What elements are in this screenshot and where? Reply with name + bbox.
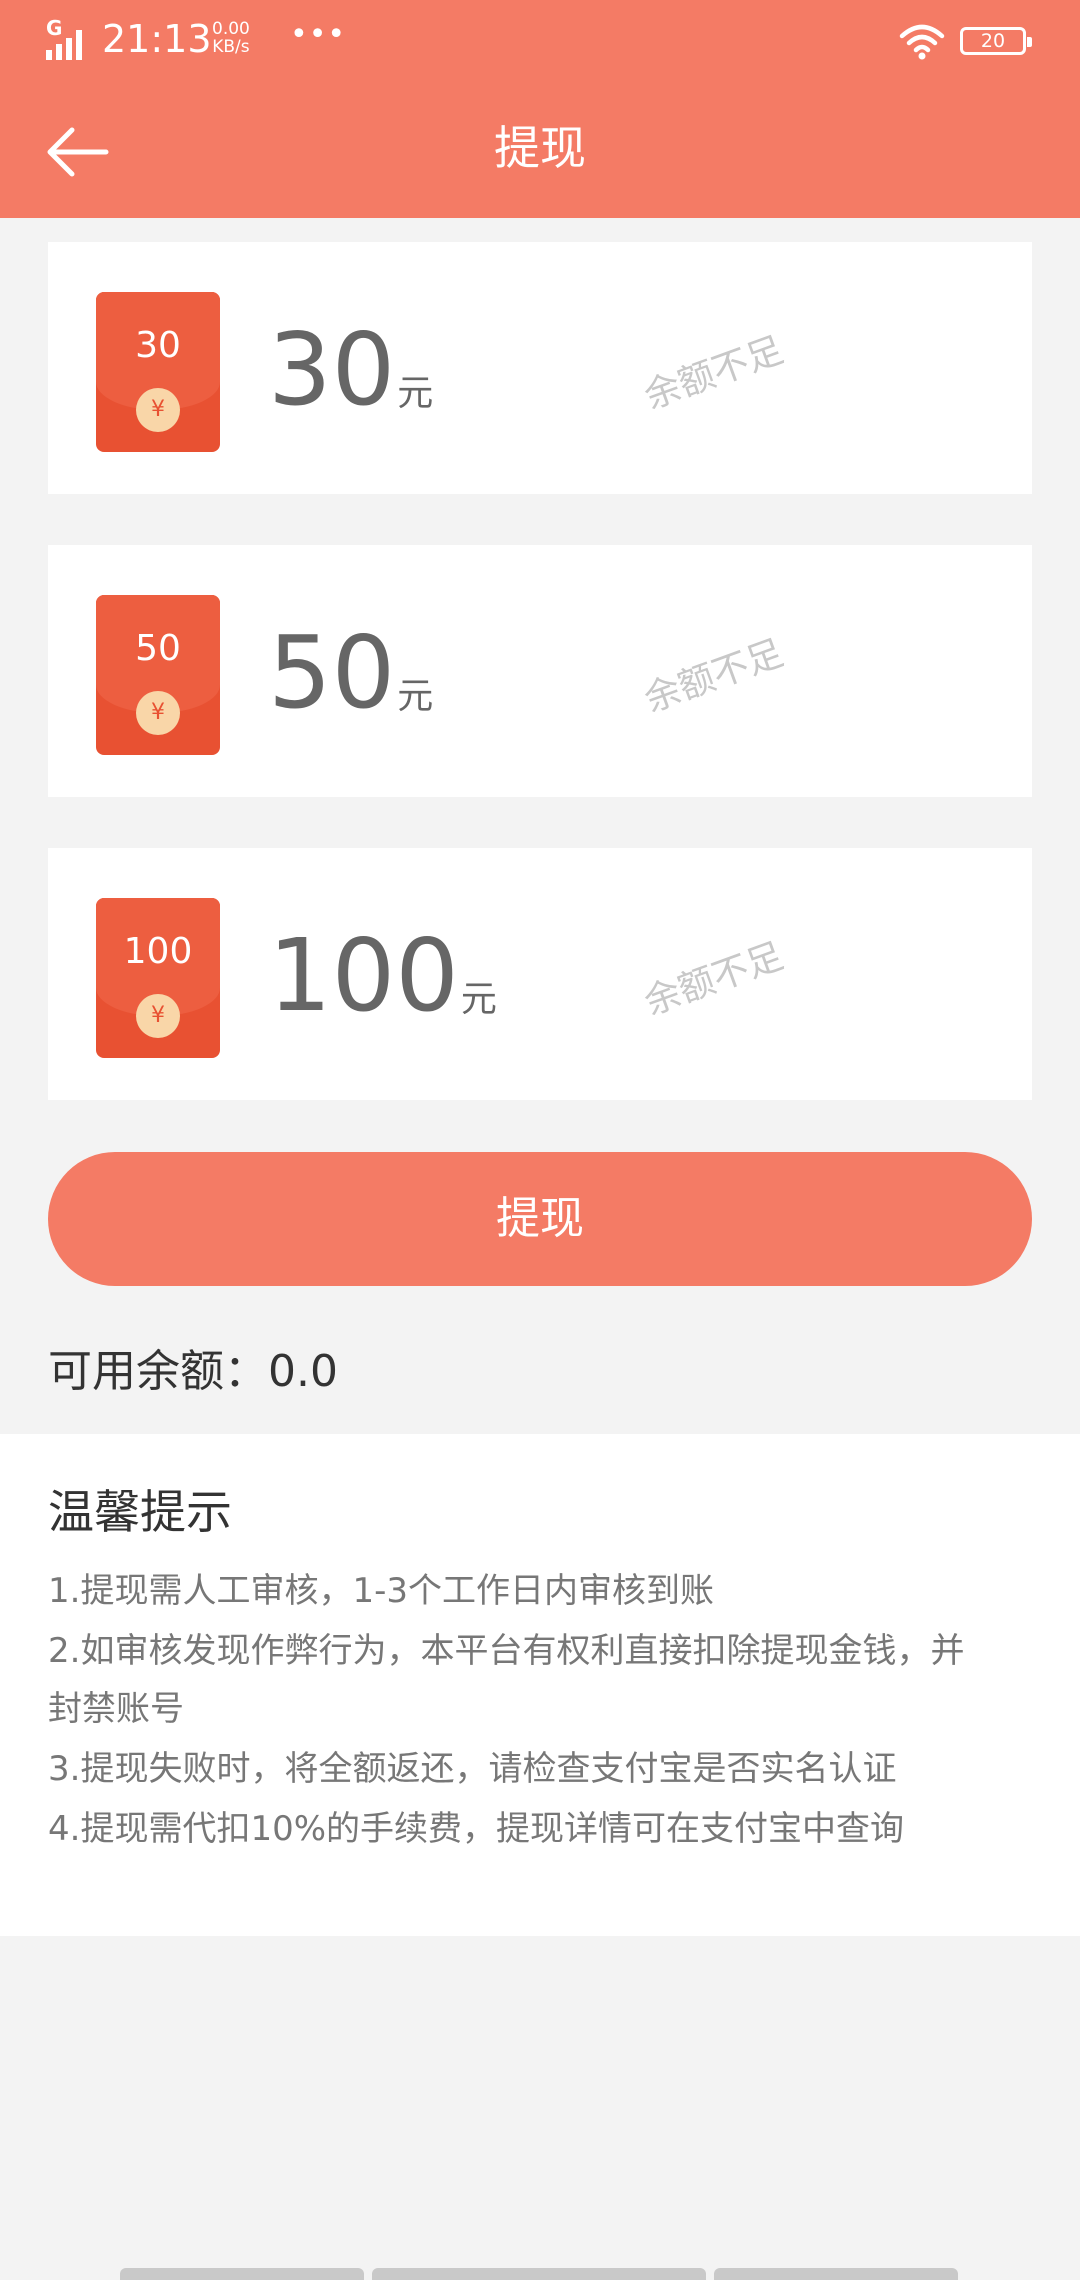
speed-unit: KB/s: [212, 37, 250, 57]
insufficient-balance-label: 余额不足: [639, 329, 789, 418]
tips-heading: 温馨提示: [48, 1485, 232, 1539]
amount-value: 50: [268, 614, 396, 731]
header: 提现: [0, 80, 1080, 218]
insufficient-balance-label: 余额不足: [639, 632, 789, 721]
withdraw-option-100[interactable]: 100 ¥ 100元 余额不足: [48, 848, 1032, 1100]
network-type: G: [46, 16, 63, 40]
top-bar: G 21:13 0.00 KB/s ••• 20 提现: [0, 0, 1080, 218]
withdraw-button[interactable]: 提现: [48, 1152, 1032, 1286]
red-packet-icon: 30 ¥: [96, 292, 220, 452]
status-bar: G 21:13 0.00 KB/s ••• 20: [0, 0, 1080, 80]
red-packet-value: 30: [135, 325, 181, 366]
gesture-bar-center[interactable]: [372, 2268, 706, 2280]
option-amount: 50元: [268, 613, 433, 733]
red-packet-icon: 50 ¥: [96, 595, 220, 755]
option-amount: 100元: [268, 916, 497, 1036]
battery-level: 20: [980, 30, 1006, 52]
gesture-bar-left[interactable]: [120, 2268, 364, 2280]
available-balance: 可用余额：0.0: [48, 1346, 338, 1397]
amount-unit: 元: [397, 373, 434, 414]
tip-line: 1.提现需人工审核，1-3个工作日内审核到账: [48, 1571, 714, 1611]
network-speed: 0.00 KB/s: [212, 20, 250, 56]
tip-line: 封禁账号: [48, 1689, 184, 1729]
yuan-coin-icon: ¥: [136, 691, 180, 735]
amount-value: 30: [268, 311, 396, 428]
tip-line: 3.提现失败时，将全额返还，请检查支付宝是否实名认证: [48, 1749, 897, 1789]
yuan-coin-icon: ¥: [136, 994, 180, 1038]
page-title: 提现: [494, 121, 586, 175]
status-time: 21:13: [102, 17, 212, 61]
red-packet-value: 100: [123, 931, 193, 972]
tip-line: 4.提现需代扣10%的手续费，提现详情可在支付宝中查询: [48, 1809, 905, 1849]
yuan-coin-icon: ¥: [136, 388, 180, 432]
option-amount: 30元: [268, 310, 433, 430]
gesture-bar-right[interactable]: [714, 2268, 958, 2280]
red-packet-value: 50: [135, 628, 181, 669]
more-notifications-icon: •••: [290, 17, 347, 52]
tips-panel: 温馨提示 1.提现需人工审核，1-3个工作日内审核到账 2.如审核发现作弊行为，…: [0, 1434, 1080, 1936]
withdraw-option-30[interactable]: 30 ¥ 30元 余额不足: [48, 242, 1032, 494]
amount-unit: 元: [397, 676, 434, 717]
signal-icon: G: [46, 16, 92, 60]
speed-value: 0.00: [212, 19, 250, 39]
amount-unit: 元: [460, 979, 497, 1020]
tip-line: 2.如审核发现作弊行为，本平台有权利直接扣除提现金钱，并: [48, 1631, 965, 1671]
wifi-icon: [899, 24, 945, 60]
amount-value: 100: [268, 917, 459, 1034]
insufficient-balance-label: 余额不足: [639, 935, 789, 1024]
battery-icon: 20: [960, 27, 1032, 55]
withdraw-option-50[interactable]: 50 ¥ 50元 余额不足: [48, 545, 1032, 797]
red-packet-icon: 100 ¥: [96, 898, 220, 1058]
